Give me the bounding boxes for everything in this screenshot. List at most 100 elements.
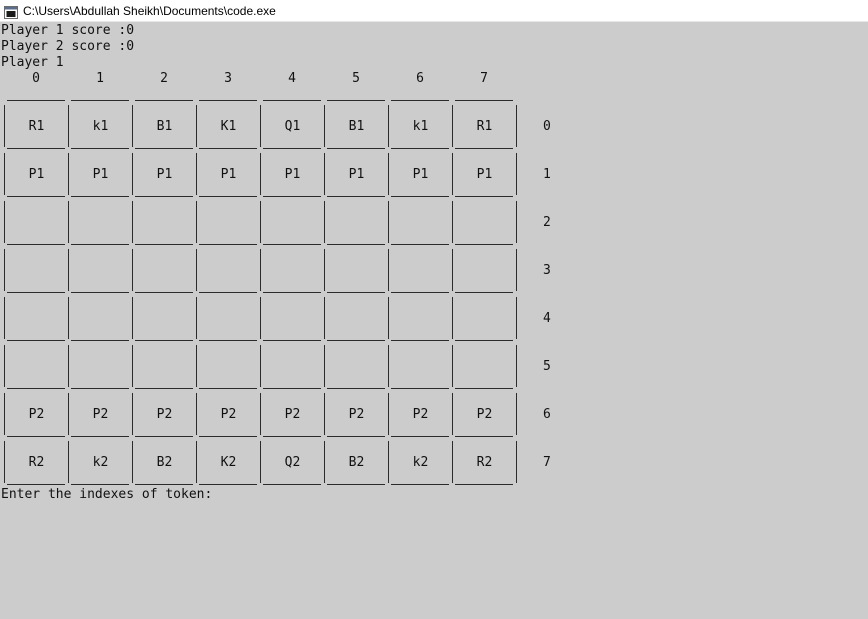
- board-cell-1-7[interactable]: P1: [453, 167, 516, 183]
- grid-horizontal-line: [71, 244, 129, 245]
- grid-horizontal-line: [391, 244, 449, 245]
- grid-horizontal-line: [263, 292, 321, 293]
- board-cell-1-3[interactable]: P1: [197, 167, 260, 183]
- grid-vertical-line: [196, 201, 197, 243]
- grid-horizontal-line: [391, 148, 449, 149]
- row-label-4: 4: [543, 311, 551, 326]
- grid-horizontal-line: [71, 436, 129, 437]
- input-prompt[interactable]: Enter the indexes of token:: [1, 487, 212, 503]
- row-label-6: 6: [543, 407, 551, 422]
- grid-vertical-line: [388, 201, 389, 243]
- grid-horizontal-line: [391, 292, 449, 293]
- grid-horizontal-line: [199, 292, 257, 293]
- grid-vertical-line: [260, 297, 261, 339]
- grid-vertical-line: [516, 105, 517, 147]
- grid-horizontal-line: [71, 292, 129, 293]
- board-cell-6-6[interactable]: P2: [389, 407, 452, 423]
- grid-horizontal-line: [71, 388, 129, 389]
- grid-horizontal-line: [327, 148, 385, 149]
- board-cell-0-0[interactable]: R1: [5, 119, 68, 135]
- board-cell-7-3[interactable]: K2: [197, 455, 260, 471]
- grid-horizontal-line: [455, 388, 513, 389]
- grid-horizontal-line: [327, 100, 385, 101]
- grid-horizontal-line: [327, 196, 385, 197]
- grid-horizontal-line: [135, 340, 193, 341]
- grid-vertical-line: [4, 297, 5, 339]
- grid-horizontal-line: [7, 148, 65, 149]
- grid-horizontal-line: [263, 196, 321, 197]
- board-cell-7-0[interactable]: R2: [5, 455, 68, 471]
- board-cell-0-2[interactable]: B1: [133, 119, 196, 135]
- board-cell-6-7[interactable]: P2: [453, 407, 516, 423]
- board-cell-6-2[interactable]: P2: [133, 407, 196, 423]
- board-cell-6-1[interactable]: P2: [69, 407, 132, 423]
- grid-horizontal-line: [455, 436, 513, 437]
- grid-horizontal-line: [263, 340, 321, 341]
- grid-horizontal-line: [455, 484, 513, 485]
- grid-vertical-line: [260, 249, 261, 291]
- grid-vertical-line: [516, 393, 517, 435]
- grid-horizontal-line: [7, 100, 65, 101]
- board-cell-1-1[interactable]: P1: [69, 167, 132, 183]
- board-cell-7-7[interactable]: R2: [453, 455, 516, 471]
- window-titlebar[interactable]: C:\Users\Abdullah Sheikh\Documents\code.…: [0, 0, 868, 22]
- board-cell-6-3[interactable]: P2: [197, 407, 260, 423]
- grid-horizontal-line: [327, 244, 385, 245]
- grid-horizontal-line: [455, 148, 513, 149]
- board-cell-7-4[interactable]: Q2: [261, 455, 324, 471]
- board-cell-7-6[interactable]: k2: [389, 455, 452, 471]
- grid-horizontal-line: [263, 148, 321, 149]
- grid-horizontal-line: [327, 292, 385, 293]
- grid-vertical-line: [516, 201, 517, 243]
- grid-vertical-line: [516, 345, 517, 387]
- grid-horizontal-line: [135, 436, 193, 437]
- grid-vertical-line: [388, 345, 389, 387]
- grid-horizontal-line: [455, 292, 513, 293]
- grid-horizontal-line: [327, 484, 385, 485]
- grid-horizontal-line: [135, 196, 193, 197]
- grid-vertical-line: [68, 297, 69, 339]
- board-cell-6-0[interactable]: P2: [5, 407, 68, 423]
- grid-horizontal-line: [199, 196, 257, 197]
- grid-horizontal-line: [391, 388, 449, 389]
- grid-vertical-line: [324, 297, 325, 339]
- grid-horizontal-line: [7, 484, 65, 485]
- board-cell-1-2[interactable]: P1: [133, 167, 196, 183]
- board-cell-6-4[interactable]: P2: [261, 407, 324, 423]
- grid-vertical-line: [388, 297, 389, 339]
- board-cell-1-6[interactable]: P1: [389, 167, 452, 183]
- grid-vertical-line: [132, 345, 133, 387]
- board-cell-7-5[interactable]: B2: [325, 455, 388, 471]
- column-label-5: 5: [352, 71, 360, 86]
- board-cell-0-6[interactable]: k1: [389, 119, 452, 135]
- board-cell-1-0[interactable]: P1: [5, 167, 68, 183]
- grid-vertical-line: [4, 249, 5, 291]
- board-cell-0-5[interactable]: B1: [325, 119, 388, 135]
- column-label-7: 7: [480, 71, 488, 86]
- player1-score-line: Player 1 score :0: [1, 23, 135, 38]
- grid-horizontal-line: [135, 388, 193, 389]
- grid-horizontal-line: [71, 196, 129, 197]
- grid-horizontal-line: [135, 292, 193, 293]
- grid-vertical-line: [260, 345, 261, 387]
- window-title: C:\Users\Abdullah Sheikh\Documents\code.…: [23, 3, 276, 18]
- grid-horizontal-line: [199, 340, 257, 341]
- board-cell-0-3[interactable]: K1: [197, 119, 260, 135]
- grid-horizontal-line: [7, 292, 65, 293]
- board-cell-7-1[interactable]: k2: [69, 455, 132, 471]
- grid-vertical-line: [324, 201, 325, 243]
- grid-horizontal-line: [71, 484, 129, 485]
- grid-horizontal-line: [455, 100, 513, 101]
- grid-horizontal-line: [135, 484, 193, 485]
- board-cell-0-4[interactable]: Q1: [261, 119, 324, 135]
- grid-horizontal-line: [135, 148, 193, 149]
- grid-vertical-line: [68, 249, 69, 291]
- board-cell-6-5[interactable]: P2: [325, 407, 388, 423]
- board-cell-1-5[interactable]: P1: [325, 167, 388, 183]
- board-cell-0-7[interactable]: R1: [453, 119, 516, 135]
- board-cell-7-2[interactable]: B2: [133, 455, 196, 471]
- board-cell-1-4[interactable]: P1: [261, 167, 324, 183]
- grid-vertical-line: [324, 249, 325, 291]
- board-cell-0-1[interactable]: k1: [69, 119, 132, 135]
- console-window-icon: [4, 4, 18, 19]
